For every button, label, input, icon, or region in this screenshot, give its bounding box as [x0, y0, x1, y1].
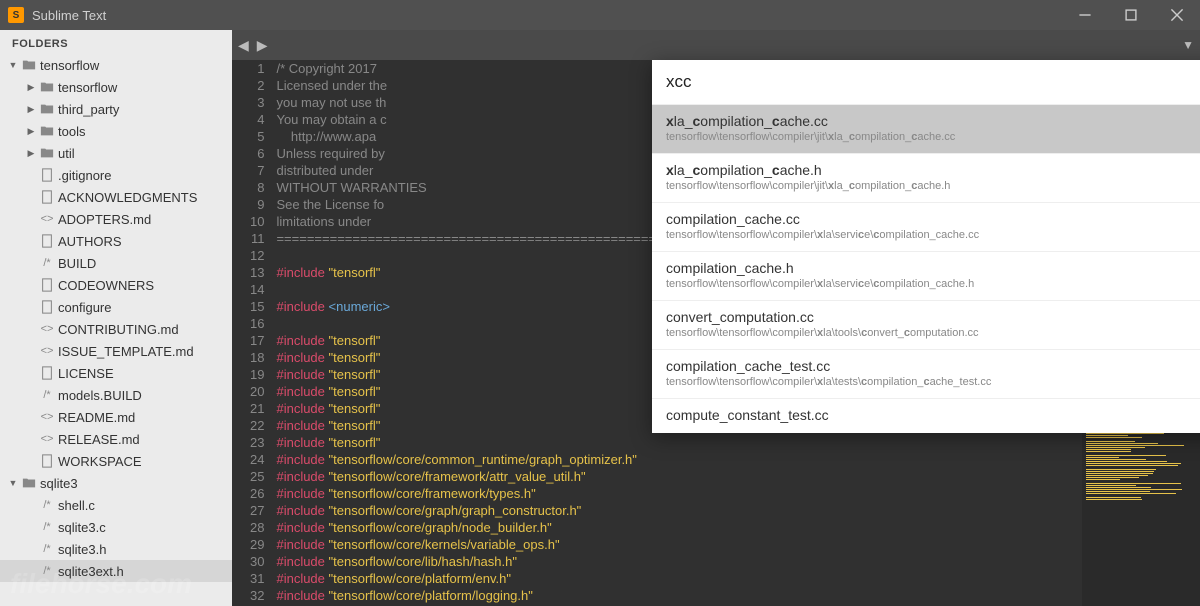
sidebar: FOLDERS ▼tensorflow▶tensorflow▶third_par… [0, 30, 232, 606]
tree-item[interactable]: ▼sqlite3 [0, 472, 232, 494]
tree-item[interactable]: <>ADOPTERS.md [0, 208, 232, 230]
file-icon [38, 234, 56, 248]
editor-area: ◀ ▶ ▼ 1234567891011121314151617181920212… [232, 30, 1200, 606]
tree-item-label: README.md [56, 410, 135, 425]
tree-item-label: RELEASE.md [56, 432, 140, 447]
goto-result[interactable]: xla_compilation_cache.htensorflow\tensor… [652, 153, 1200, 202]
tree-item-label: LICENSE [56, 366, 114, 381]
tree-item-label: ADOPTERS.md [56, 212, 151, 227]
nav-forward-icon[interactable]: ▶ [257, 37, 268, 54]
tree-item[interactable]: LICENSE [0, 362, 232, 384]
folder-icon [38, 102, 56, 116]
tree-item-label: models.BUILD [56, 388, 142, 403]
tree-item-label: third_party [56, 102, 119, 117]
folder-icon [20, 476, 38, 490]
tree-item-label: tensorflow [56, 80, 117, 95]
goto-result[interactable]: xla_compilation_cache.cctensorflow\tenso… [652, 104, 1200, 153]
file-icon: /* [38, 499, 56, 511]
tree-item[interactable]: <>ISSUE_TEMPLATE.md [0, 340, 232, 362]
tree-item[interactable]: configure [0, 296, 232, 318]
tree-item[interactable]: <>README.md [0, 406, 232, 428]
tree-item[interactable]: ACKNOWLEDGMENTS [0, 186, 232, 208]
file-icon [38, 366, 56, 380]
window-title: Sublime Text [32, 8, 1062, 23]
tree-item[interactable]: AUTHORS [0, 230, 232, 252]
folder-icon [20, 58, 38, 72]
tree-item-label: BUILD [56, 256, 96, 271]
folder-icon [38, 124, 56, 138]
close-button[interactable] [1154, 0, 1200, 30]
folder-icon [38, 80, 56, 94]
tree-item-label: sqlite3.h [56, 542, 106, 557]
minimize-button[interactable] [1062, 0, 1108, 30]
tree-item-label: CONTRIBUTING.md [56, 322, 179, 337]
tree-item-label: shell.c [56, 498, 95, 513]
file-icon: <> [38, 345, 56, 357]
tree-item-label: tools [56, 124, 85, 139]
goto-results: xla_compilation_cache.cctensorflow\tenso… [652, 104, 1200, 433]
tree-item-label: configure [56, 300, 111, 315]
app-logo-icon: S [8, 7, 24, 23]
file-icon: <> [38, 213, 56, 225]
tree-item[interactable]: CODEOWNERS [0, 274, 232, 296]
sidebar-header: FOLDERS [0, 30, 232, 54]
tree-item-label: tensorflow [38, 58, 99, 73]
goto-result[interactable]: compilation_cache_test.cctensorflow\tens… [652, 349, 1200, 398]
tree-item[interactable]: ▶util [0, 142, 232, 164]
file-icon: /* [38, 543, 56, 555]
file-icon: /* [38, 565, 56, 577]
goto-result[interactable]: compilation_cache.htensorflow\tensorflow… [652, 251, 1200, 300]
tree-item[interactable]: <>RELEASE.md [0, 428, 232, 450]
tree-item[interactable]: .gitignore [0, 164, 232, 186]
goto-result[interactable]: compilation_cache.cctensorflow\tensorflo… [652, 202, 1200, 251]
nav-back-icon[interactable]: ◀ [238, 37, 249, 54]
tree-item[interactable]: ▶tools [0, 120, 232, 142]
tree-item-label: sqlite3ext.h [56, 564, 124, 579]
file-icon: <> [38, 411, 56, 423]
tabstrip: ◀ ▶ ▼ [232, 30, 1200, 60]
tree-item[interactable]: /*models.BUILD [0, 384, 232, 406]
file-icon: /* [38, 521, 56, 533]
tree-item[interactable]: ▶tensorflow [0, 76, 232, 98]
file-icon: /* [38, 257, 56, 269]
goto-input[interactable] [652, 60, 1200, 104]
tree-item-label: ISSUE_TEMPLATE.md [56, 344, 194, 359]
tab-menu-icon[interactable]: ▼ [1182, 38, 1194, 52]
tree-item-label: ACKNOWLEDGMENTS [56, 190, 197, 205]
tree-item-label: .gitignore [56, 168, 111, 183]
maximize-button[interactable] [1108, 0, 1154, 30]
file-icon [38, 454, 56, 468]
file-icon: <> [38, 323, 56, 335]
tree-item[interactable]: /*sqlite3.c [0, 516, 232, 538]
tree-item-label: CODEOWNERS [56, 278, 154, 293]
file-icon [38, 168, 56, 182]
titlebar: S Sublime Text [0, 0, 1200, 30]
line-gutter: 1234567891011121314151617181920212223242… [232, 60, 276, 606]
file-icon [38, 190, 56, 204]
tree-item-label: sqlite3 [38, 476, 78, 491]
tree-item[interactable]: ▼tensorflow [0, 54, 232, 76]
folder-icon [38, 146, 56, 160]
file-icon [38, 278, 56, 292]
tree-item[interactable]: /*sqlite3.h [0, 538, 232, 560]
file-icon: /* [38, 389, 56, 401]
tree-item-label: sqlite3.c [56, 520, 106, 535]
tree-item-label: WORKSPACE [56, 454, 142, 469]
tree-item[interactable]: ▶third_party [0, 98, 232, 120]
tree-item-label: util [56, 146, 75, 161]
tree-item[interactable]: /*sqlite3ext.h [0, 560, 232, 582]
tree-item[interactable]: WORKSPACE [0, 450, 232, 472]
goto-result[interactable]: convert_computation.cctensorflow\tensorf… [652, 300, 1200, 349]
tree-item[interactable]: /*shell.c [0, 494, 232, 516]
goto-result[interactable]: compute_constant_test.cc [652, 398, 1200, 433]
tree-item-label: AUTHORS [56, 234, 122, 249]
folder-tree: ▼tensorflow▶tensorflow▶third_party▶tools… [0, 54, 232, 606]
tree-item[interactable]: /*BUILD [0, 252, 232, 274]
goto-anything-panel: xla_compilation_cache.cctensorflow\tenso… [652, 60, 1200, 433]
file-icon [38, 300, 56, 314]
file-icon: <> [38, 433, 56, 445]
tree-item[interactable]: <>CONTRIBUTING.md [0, 318, 232, 340]
